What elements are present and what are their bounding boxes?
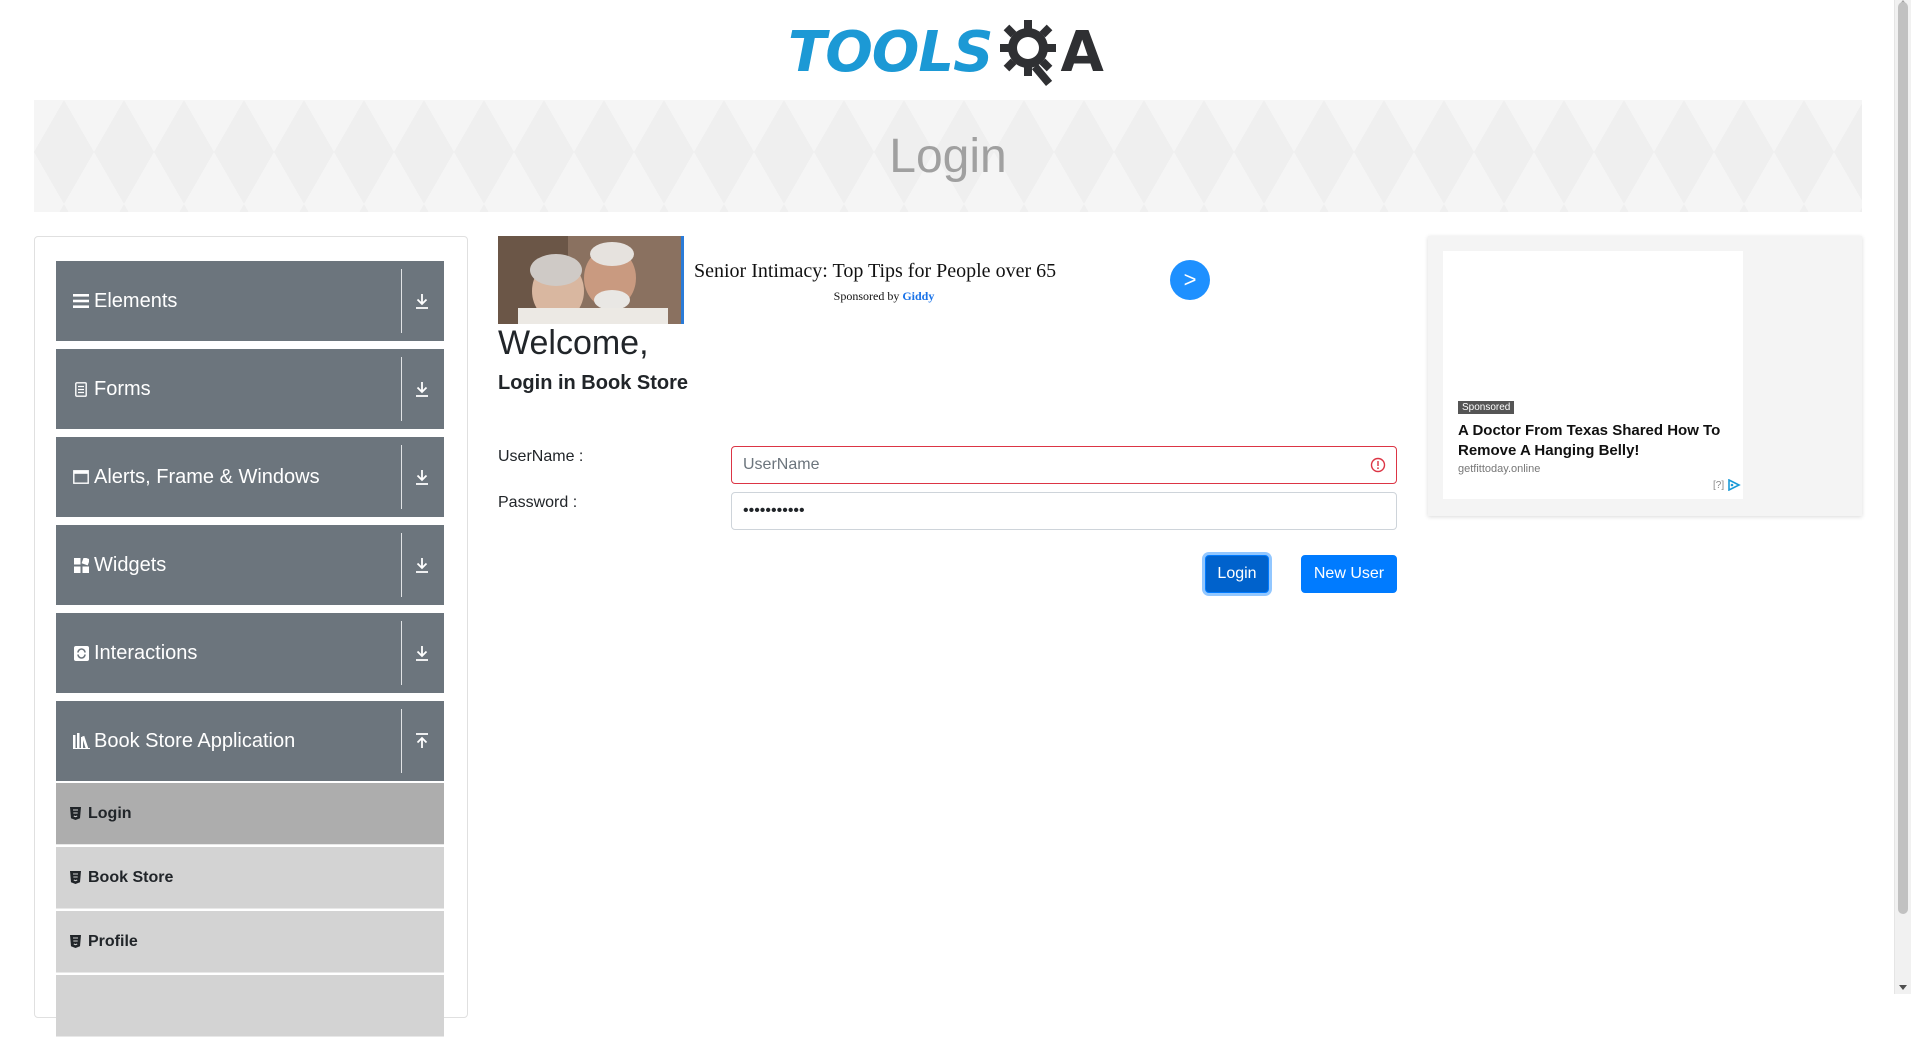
ad-sponsor-name[interactable]: Giddy — [902, 289, 934, 303]
ad-domain[interactable]: getfittoday.online — [1458, 463, 1540, 475]
sidebar-group-label: Forms — [94, 377, 151, 400]
sidebar-group-label: Interactions — [94, 641, 198, 664]
page-banner: Login — [34, 100, 1862, 212]
sidebar-item-label: Login — [88, 804, 132, 822]
ad-go-button[interactable]: > — [1170, 260, 1210, 300]
sidebar-group-forms[interactable]: Forms — [56, 349, 444, 429]
download-arrow-icon[interactable] — [408, 349, 436, 429]
ad-title[interactable]: A Doctor From Texas Shared How To Remove… — [1458, 421, 1748, 461]
html5-icon — [70, 871, 82, 885]
sidebar: Elements Forms Alerts, Frame & Windows W… — [34, 236, 468, 1037]
sidebar-item-label: Profile — [88, 932, 138, 950]
html5-icon — [70, 935, 82, 949]
hamburger-icon — [72, 292, 90, 310]
document-icon — [72, 380, 90, 398]
adchoices[interactable]: [?] — [1713, 479, 1741, 491]
divider — [401, 533, 402, 597]
html5-icon — [70, 807, 82, 821]
widgets-icon — [72, 556, 90, 574]
window-icon — [72, 468, 90, 486]
sidebar-group-interactions[interactable]: Interactions — [56, 613, 444, 693]
sidebar-group-label: Alerts, Frame & Windows — [94, 465, 320, 488]
upload-arrow-icon[interactable] — [408, 701, 436, 781]
sidebar-item-login[interactable]: Login — [56, 783, 444, 845]
adchoices-icon[interactable] — [1727, 479, 1741, 491]
download-arrow-icon[interactable] — [408, 613, 436, 693]
download-arrow-icon[interactable] — [408, 437, 436, 517]
interactions-icon — [72, 644, 90, 662]
password-label: Password : — [498, 494, 578, 511]
gear-magnifier-icon — [1000, 20, 1057, 86]
sidebar-group-label: Book Store Application — [94, 729, 296, 752]
ad-sponsored-by: Sponsored by — [833, 289, 900, 303]
divider — [401, 621, 402, 685]
logo-text-a: A — [1060, 19, 1104, 85]
password-input[interactable]: ••••••••••• — [731, 492, 1397, 530]
ad-photo[interactable] — [498, 236, 684, 324]
sidebar-group-label: Widgets — [94, 553, 167, 576]
sidebar-group-widgets[interactable]: Widgets — [56, 525, 444, 605]
site-logo[interactable]: TOOLS A — [788, 14, 1104, 90]
sidebar-item-profile[interactable]: Profile — [56, 911, 444, 973]
download-arrow-icon[interactable] — [408, 261, 436, 341]
sidebar-group-elements[interactable]: Elements — [56, 261, 444, 341]
login-button[interactable]: Login — [1205, 555, 1269, 593]
ad-headline[interactable]: Senior Intimacy: Top Tips for People ove… — [694, 260, 1056, 283]
books-icon — [72, 732, 90, 750]
sidebar-item-next[interactable] — [56, 975, 444, 1037]
page-title: Login — [889, 129, 1007, 183]
divider — [401, 445, 402, 509]
new-user-button[interactable]: New User — [1301, 555, 1397, 593]
scroll-down-icon[interactable] — [1899, 985, 1907, 990]
divider — [401, 269, 402, 333]
divider — [401, 709, 402, 773]
error-icon — [1370, 457, 1386, 473]
password-value: ••••••••••• — [743, 502, 805, 519]
ad-sponsor-line: Sponsored by Giddy — [498, 289, 1074, 304]
sidebar-group-alerts-frame-windows[interactable]: Alerts, Frame & Windows — [56, 437, 444, 517]
username-placeholder: UserName — [743, 456, 820, 473]
sidebar-item-book-store[interactable]: Book Store — [56, 847, 444, 909]
vertical-scrollbar[interactable] — [1894, 0, 1911, 994]
ad-card[interactable]: Sponsored A Doctor From Texas Shared How… — [1443, 251, 1743, 499]
welcome-heading: Welcome, — [498, 324, 649, 362]
sidebar-group-label: Elements — [94, 289, 178, 312]
username-label: UserName : — [498, 448, 584, 465]
scrollbar-thumb[interactable] — [1898, 2, 1908, 914]
sidebar-item-label: Book Store — [88, 868, 174, 886]
username-input[interactable]: UserName — [731, 446, 1397, 484]
divider — [401, 357, 402, 421]
adchoice-text[interactable]: [?] — [1713, 480, 1724, 491]
right-ad[interactable]: Sponsored A Doctor From Texas Shared How… — [1428, 236, 1862, 516]
login-subtitle: Login in Book Store — [498, 372, 688, 394]
logo-text-tools: TOOLS — [788, 19, 993, 85]
sponsored-badge: Sponsored — [1458, 401, 1515, 414]
sidebar-group-book-store-application[interactable]: Book Store Application — [56, 701, 444, 781]
download-arrow-icon[interactable] — [408, 525, 436, 605]
top-ad-banner[interactable]: Senior Intimacy: Top Tips for People ove… — [498, 236, 1210, 324]
